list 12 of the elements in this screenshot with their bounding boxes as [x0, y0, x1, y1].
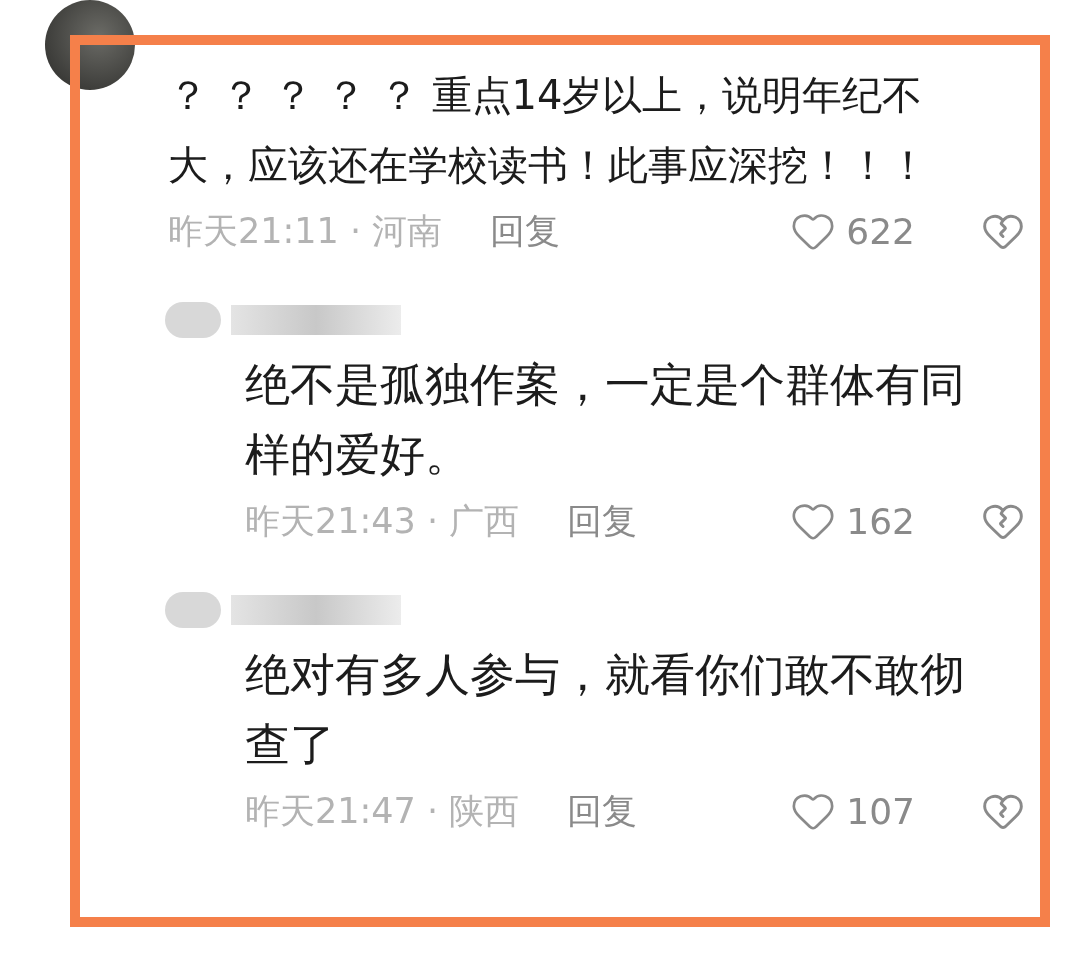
- like-count: 622: [846, 210, 915, 252]
- reply-link[interactable]: 回复: [567, 787, 638, 835]
- like-count: 162: [846, 500, 915, 542]
- reply-link[interactable]: 回复: [567, 497, 638, 545]
- comment-meta: 昨天21:47 · 陕西: [245, 789, 520, 833]
- reply-link[interactable]: 回复: [490, 207, 561, 255]
- comment-meta: 昨天21:11 · 河南: [168, 209, 443, 253]
- comment-text: 绝不是孤独作案，一定是个群体有同样的爱好。: [245, 357, 966, 483]
- comment-text: ？ ？ ？ ？ ？ 重点14岁以上，说明年纪不大，应该还在学校读书！此事应深挖！！！: [168, 71, 929, 190]
- like-count: 107: [846, 790, 915, 832]
- comment-meta: 昨天21:43 · 广西: [245, 499, 520, 543]
- comment-text: 绝对有多人参与，就看你们敢不敢彻查了: [245, 647, 966, 773]
